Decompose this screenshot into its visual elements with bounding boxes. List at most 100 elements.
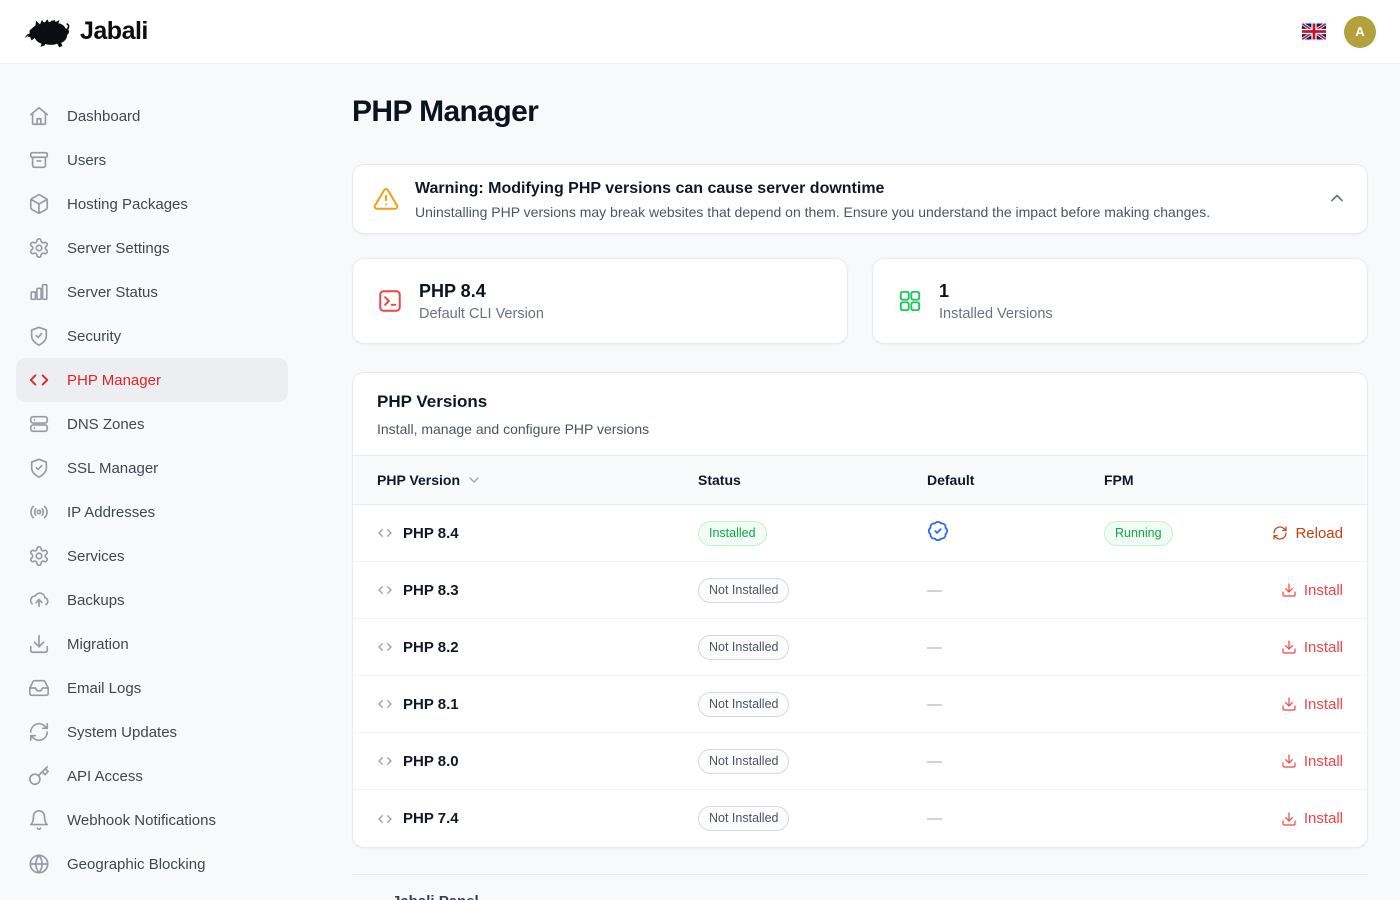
sidebar-item-label: SSL Manager (67, 460, 158, 477)
sidebar-item-server-status[interactable]: Server Status (16, 270, 288, 314)
table-row: PHP 8.2 Not Installed — Install (353, 619, 1367, 676)
sidebar-item-label: Services (67, 548, 125, 565)
php-version-label: PHP 7.4 (403, 810, 459, 827)
inbox-icon (28, 677, 50, 699)
globe-icon (28, 853, 50, 875)
install-button[interactable]: Install (1281, 639, 1367, 656)
sidebar-item-label: Server Settings (67, 240, 170, 257)
table-title: PHP Versions (377, 391, 1343, 413)
status-badge: Not Installed (698, 635, 789, 660)
sidebar-item-api-access[interactable]: API Access (16, 754, 288, 798)
page-footer: Jabali Panel (352, 874, 1368, 900)
column-header-default: Default (927, 472, 1104, 488)
install-button[interactable]: Install (1281, 696, 1367, 713)
install-button[interactable]: Install (1281, 582, 1367, 599)
stat-value: 1 (939, 281, 1053, 302)
sidebar-item-label: IP Addresses (67, 504, 155, 521)
radio-waves-icon (28, 501, 50, 523)
install-button[interactable]: Install (1281, 810, 1367, 827)
install-button[interactable]: Install (1281, 753, 1367, 770)
sidebar-item-hosting-packages[interactable]: Hosting Packages (16, 182, 288, 226)
uk-flag-icon (1302, 23, 1326, 40)
table-subtitle: Install, manage and configure PHP versio… (377, 419, 1343, 439)
home-icon (28, 105, 50, 127)
user-avatar[interactable]: A (1344, 16, 1376, 48)
sidebar-item-services[interactable]: Services (16, 534, 288, 578)
table-row: PHP 8.0 Not Installed — Install (353, 733, 1367, 790)
reload-button[interactable]: Reload (1272, 525, 1367, 542)
sidebar-item-ssl-manager[interactable]: SSL Manager (16, 446, 288, 490)
bar-chart-icon (28, 281, 50, 303)
chevron-down-icon (466, 472, 482, 488)
column-header-php-version[interactable]: PHP Version (353, 472, 698, 488)
top-header: Jabali A (0, 0, 1400, 64)
sidebar-item-dashboard[interactable]: Dashboard (16, 94, 288, 138)
default-dash: — (927, 582, 942, 599)
default-dash: — (927, 810, 942, 827)
status-badge: Installed (698, 521, 767, 546)
sidebar-item-label: Hosting Packages (67, 196, 188, 213)
page-title: PHP Manager (352, 94, 1368, 130)
status-badge: Not Installed (698, 806, 789, 831)
column-header-fpm: FPM (1104, 472, 1367, 488)
archive-icon (28, 149, 50, 171)
table-row: PHP 8.4 Installed Running Reload (353, 505, 1367, 562)
gear-icon (28, 237, 50, 259)
sidebar-item-backups[interactable]: Backups (16, 578, 288, 622)
sidebar-item-label: Migration (67, 636, 129, 653)
stat-card-installed-versions: 1 Installed Versions (872, 258, 1368, 344)
sidebar-item-migration[interactable]: Migration (16, 622, 288, 666)
table-header-row: PHP Version Status Default FPM (353, 455, 1367, 505)
php-version-label: PHP 8.1 (403, 696, 459, 713)
sidebar-item-label: Webhook Notifications (67, 812, 216, 829)
code-icon (377, 753, 393, 769)
column-header-status: Status (698, 472, 927, 488)
default-dash: — (927, 696, 942, 713)
sidebar-item-system-updates[interactable]: System Updates (16, 710, 288, 754)
status-badge: Not Installed (698, 578, 789, 603)
table-row: PHP 7.4 Not Installed — Install (353, 790, 1367, 847)
footer-title: Jabali Panel (352, 893, 1368, 900)
sidebar-item-webhook-notifications[interactable]: Webhook Notifications (16, 798, 288, 842)
sidebar-item-ip-addresses[interactable]: IP Addresses (16, 490, 288, 534)
cloud-upload-icon (28, 589, 50, 611)
action-label: Reload (1295, 525, 1343, 542)
warning-banner: Warning: Modifying PHP versions can caus… (352, 164, 1368, 234)
sidebar-item-php-manager[interactable]: PHP Manager (16, 358, 288, 402)
php-version-label: PHP 8.3 (403, 582, 459, 599)
sidebar-item-label: System Updates (67, 724, 177, 741)
php-version-label: PHP 8.0 (403, 753, 459, 770)
sidebar-item-security[interactable]: Security (16, 314, 288, 358)
language-flag-button[interactable] (1302, 23, 1326, 40)
stat-card-default-cli: PHP 8.4 Default CLI Version (352, 258, 848, 344)
action-label: Install (1304, 810, 1343, 827)
fpm-badge: Running (1104, 521, 1173, 546)
sidebar-item-users[interactable]: Users (16, 138, 288, 182)
bell-icon (28, 809, 50, 831)
sidebar-item-label: API Access (67, 768, 143, 785)
code-icon (377, 639, 393, 655)
status-badge: Not Installed (698, 692, 789, 717)
column-label: PHP Version (377, 472, 460, 488)
code-icon (377, 582, 393, 598)
server-stack-icon (28, 413, 50, 435)
brand-name: Jabali (80, 17, 148, 46)
brand-logo[interactable]: Jabali (24, 14, 148, 50)
package-icon (28, 193, 50, 215)
grid-icon (897, 288, 923, 314)
sidebar-item-geographic-blocking[interactable]: Geographic Blocking (16, 842, 288, 886)
shield-check-icon (28, 325, 50, 347)
chevron-up-icon[interactable] (1327, 188, 1347, 208)
sidebar-item-label: DNS Zones (67, 416, 145, 433)
sidebar-item-label: PHP Manager (67, 372, 161, 389)
sidebar-item-label: Server Status (67, 284, 158, 301)
code-icon (377, 696, 393, 712)
sidebar-item-dns-zones[interactable]: DNS Zones (16, 402, 288, 446)
sidebar-item-server-settings[interactable]: Server Settings (16, 226, 288, 270)
action-label: Install (1304, 753, 1343, 770)
default-dash: — (927, 753, 942, 770)
php-version-label: PHP 8.4 (403, 525, 459, 542)
refresh-icon (28, 721, 50, 743)
sidebar-item-email-logs[interactable]: Email Logs (16, 666, 288, 710)
code-icon (377, 811, 393, 827)
